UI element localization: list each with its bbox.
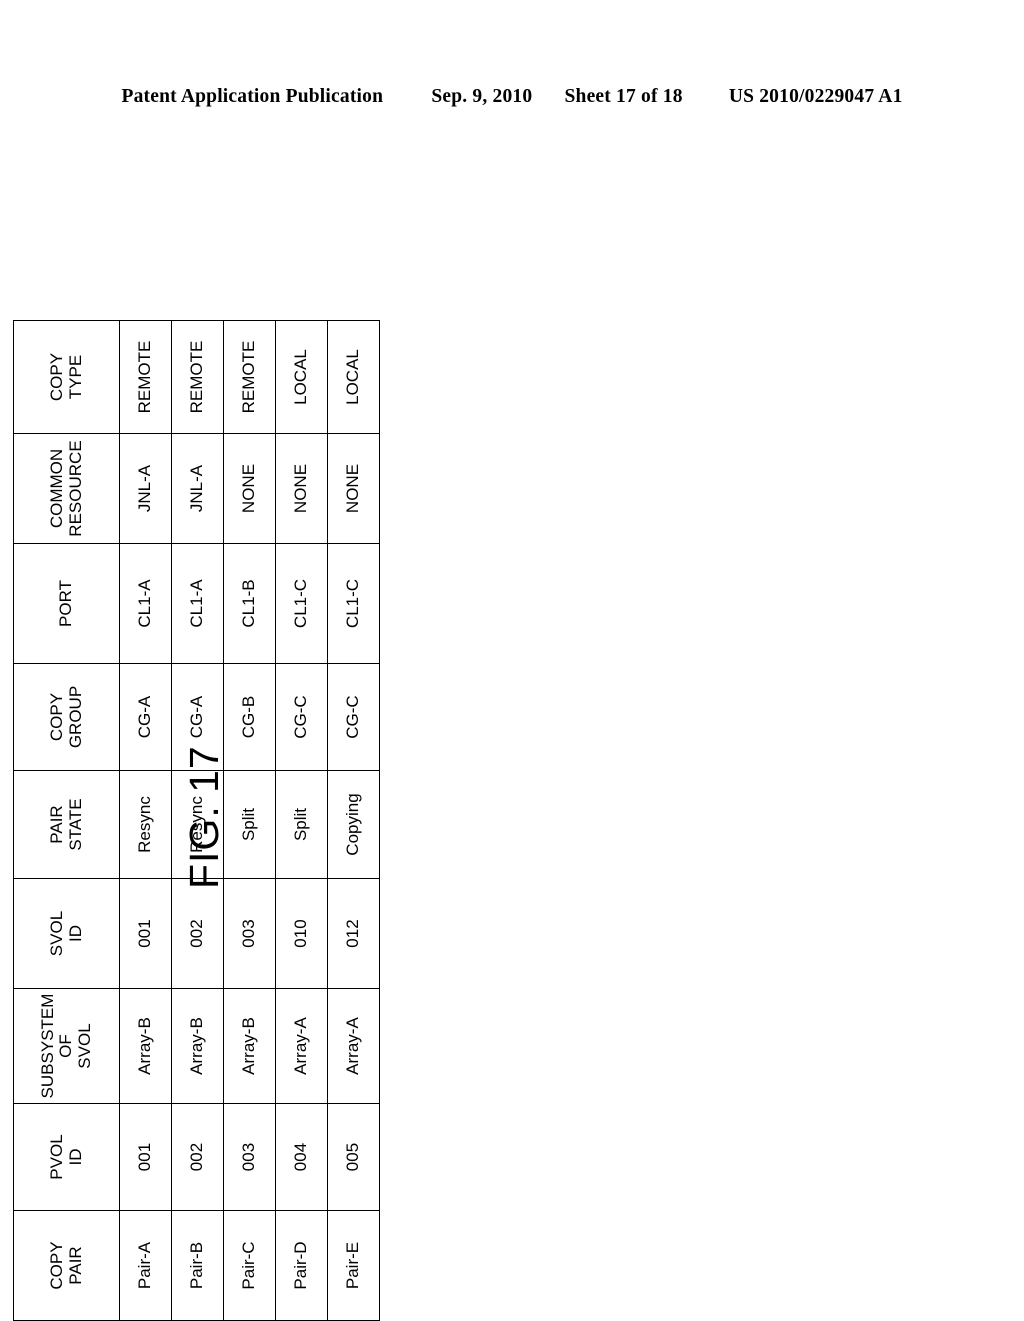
publication-label: Patent Application Publication	[121, 86, 384, 107]
cell-pvol-id: 001	[119, 1103, 172, 1211]
header-line: PVOL	[47, 1134, 67, 1180]
column-header-svol-id: SVOL ID	[13, 878, 120, 989]
cell-pair-state: Copying	[327, 770, 380, 879]
cell-copy-group: CG-B	[223, 663, 276, 771]
copy-pair-management-table: COPY PAIR PVOL ID SUBSYSTEM OF SVOL SVOL…	[13, 320, 380, 1321]
cell-subsystem-of-svol: Array-A	[327, 988, 380, 1104]
cell-copy-type: LOCAL	[275, 320, 328, 434]
cell-common-resource: NONE	[327, 433, 380, 544]
cell-pair-state: Resync	[171, 770, 224, 879]
cell-copy-pair: Pair-D	[275, 1210, 328, 1321]
cell-svol-id: 010	[275, 878, 328, 989]
header-line: COPY	[47, 1241, 67, 1290]
header-line: COMMON	[47, 448, 67, 529]
cell-copy-type: LOCAL	[327, 320, 380, 434]
header-line: COPY	[47, 692, 67, 742]
cell-common-resource: JNL-A	[119, 433, 172, 544]
cell-subsystem-of-svol: Array-B	[119, 988, 172, 1104]
header-line: RESOURCE	[65, 440, 85, 537]
cell-copy-pair: Pair-E	[327, 1210, 380, 1321]
cell-subsystem-of-svol: Array-A	[275, 988, 328, 1104]
table-row: Pair-B 002 Array-B 002 Resync CG-A CL1-A…	[171, 320, 224, 1321]
table-header-row: COPY PAIR PVOL ID SUBSYSTEM OF SVOL SVOL…	[13, 320, 120, 1321]
column-header-copy-pair: COPY PAIR	[13, 1210, 120, 1321]
cell-pvol-id: 005	[327, 1103, 380, 1211]
sheet-number: Sheet 17 of 18	[564, 86, 683, 107]
cell-copy-group: CG-C	[275, 663, 328, 771]
cell-svol-id: 001	[119, 878, 172, 989]
cell-subsystem-of-svol: Array-B	[171, 988, 224, 1104]
cell-pvol-id: 002	[171, 1103, 224, 1211]
header-line: SUBSYSTEM	[38, 993, 58, 1099]
column-header-common-resource: COMMON RESOURCE	[13, 433, 120, 544]
publication-date: Sep. 9, 2010	[431, 86, 533, 107]
header-line: OF	[56, 1034, 76, 1058]
cell-svol-id: 012	[327, 878, 380, 989]
column-header-pvol-id: PVOL ID	[13, 1103, 120, 1211]
cell-port: CL1-C	[275, 543, 328, 664]
cell-copy-pair: Pair-B	[171, 1210, 224, 1321]
cell-svol-id: 003	[223, 878, 276, 989]
cell-pair-state: Split	[275, 770, 328, 879]
cell-copy-type: REMOTE	[223, 320, 276, 434]
header-line: PORT	[56, 580, 76, 627]
cell-port: CL1-A	[171, 543, 224, 664]
header-line: STATE	[65, 798, 85, 851]
header-line: SVOL	[74, 1023, 94, 1069]
column-header-copy-group: COPY GROUP	[13, 663, 120, 771]
header-line: ID	[65, 925, 85, 942]
cell-copy-group: CG-A	[171, 663, 224, 771]
cell-common-resource: NONE	[223, 433, 276, 544]
cell-copy-pair: Pair-A	[119, 1210, 172, 1321]
cell-copy-pair: Pair-C	[223, 1210, 276, 1321]
column-header-copy-type: COPY TYPE	[13, 320, 120, 434]
table-row: Pair-A 001 Array-B 001 Resync CG-A CL1-A…	[119, 320, 172, 1321]
header-line: PAIR	[47, 805, 67, 844]
column-header-pair-state: PAIR STATE	[13, 770, 120, 879]
column-header-subsystem-of-svol: SUBSYSTEM OF SVOL	[13, 988, 120, 1104]
patent-publication-number: US 2010/0229047 A1	[728, 86, 903, 107]
figure-stage: FIG. 17 COPY PAIR PVOL ID SUBSYSTEM OF S…	[13, 320, 380, 1321]
cell-port: CL1-C	[327, 543, 380, 664]
header-line: SVOL	[47, 910, 67, 957]
header-line: GROUP	[65, 685, 85, 749]
cell-port: CL1-A	[119, 543, 172, 664]
cell-copy-type: REMOTE	[171, 320, 224, 434]
cell-pair-state: Split	[223, 770, 276, 879]
cell-common-resource: NONE	[275, 433, 328, 544]
cell-copy-type: REMOTE	[119, 320, 172, 434]
header-line: COPY	[47, 352, 67, 402]
cell-pair-state: Resync	[119, 770, 172, 879]
cell-copy-group: CG-C	[327, 663, 380, 771]
cell-pvol-id: 003	[223, 1103, 276, 1211]
table-row: Pair-C 003 Array-B 003 Split CG-B CL1-B …	[223, 320, 276, 1321]
column-header-port: PORT	[13, 543, 120, 664]
cell-copy-group: CG-A	[119, 663, 172, 771]
cell-svol-id: 002	[171, 878, 224, 989]
table-row: Pair-D 004 Array-A 010 Split CG-C CL1-C …	[275, 320, 328, 1321]
cell-pvol-id: 004	[275, 1103, 328, 1211]
header-line: PAIR	[65, 1246, 85, 1285]
cell-common-resource: JNL-A	[171, 433, 224, 544]
header-line: ID	[65, 1148, 85, 1166]
header-line: TYPE	[65, 354, 85, 400]
cell-port: CL1-B	[223, 543, 276, 664]
table-row: Pair-E 005 Array-A 012 Copying CG-C CL1-…	[327, 320, 380, 1321]
patent-page-header: Patent Application Publication Sep. 9, 2…	[0, 86, 1024, 108]
cell-subsystem-of-svol: Array-B	[223, 988, 276, 1104]
